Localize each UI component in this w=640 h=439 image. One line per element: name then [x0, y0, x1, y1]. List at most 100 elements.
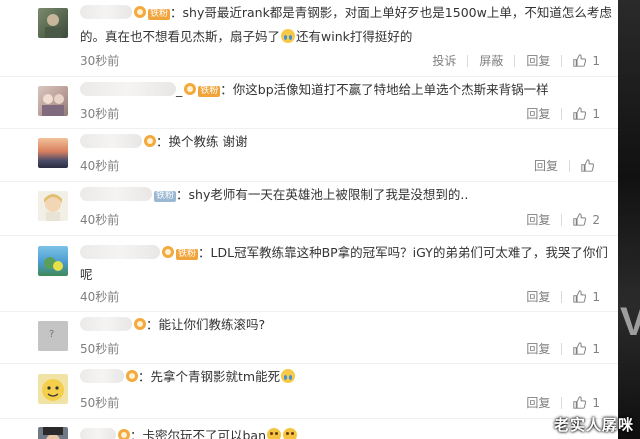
- thumbs-up-icon: [581, 159, 594, 172]
- report-button[interactable]: 投诉: [432, 52, 456, 69]
- timestamp: 40秒前: [80, 213, 120, 227]
- comment-item: ? ：能让你们教练滚吗? 50秒前 回复 1: [0, 312, 618, 364]
- comment-text: ：能让你们教练滚吗?: [80, 314, 598, 336]
- comment-text: ：先拿个青钢影就tm能死: [80, 366, 598, 388]
- thumbs-up-icon: [573, 396, 587, 409]
- avatar[interactable]: [38, 427, 68, 439]
- avatar[interactable]: [38, 246, 68, 276]
- comment-actions: 回复 1: [526, 105, 600, 122]
- comment-body: ：shy哥最近rank都是青钢影，对面上单好歹也是1500w上单，不知道怎么考虑: [170, 5, 612, 20]
- timestamp: 40秒前: [80, 290, 120, 304]
- like-count: 1: [592, 289, 600, 304]
- avatar[interactable]: [38, 8, 68, 38]
- reply-button[interactable]: 回复: [526, 394, 550, 411]
- comment-text: 铁粉 ：shy哥最近rank都是青钢影，对面上单好歹也是1500w上单，不知道怎么…: [80, 2, 612, 24]
- comment-text: 铁粉 ：shy老师有一天在英雄池上被限制了我是没想到的..: [80, 184, 598, 206]
- comment-body-cont: 呢: [80, 267, 93, 282]
- block-button[interactable]: 屏蔽: [479, 52, 503, 69]
- avatar[interactable]: ?: [38, 321, 68, 351]
- comment-item: 铁粉 ：shy老师有一天在英雄池上被限制了我是没想到的.. 40秒前 回复 2: [0, 182, 618, 236]
- avatar[interactable]: [38, 374, 68, 404]
- comment-body-cont2: 还有wink打得挺好的: [296, 29, 413, 44]
- comment-item: ：卡密尔玩不了可以ban: [0, 419, 618, 439]
- avatar[interactable]: [38, 86, 68, 116]
- like-button[interactable]: 1: [573, 107, 600, 121]
- reply-button[interactable]: 回复: [534, 157, 558, 174]
- thumbs-up-icon: [573, 54, 587, 67]
- reply-button[interactable]: 回复: [526, 105, 550, 122]
- emoji-icon: [283, 428, 298, 439]
- thumbs-up-icon: [573, 213, 587, 226]
- comment-item: 铁粉 ：LDL冠军教练靠这种BP拿的冠军吗？iGY的弟弟们可太难了，我哭了你们 呢…: [0, 236, 618, 312]
- avatar-image: [43, 427, 63, 439]
- crying-emoji-icon: [281, 29, 296, 43]
- username-blurred[interactable]: [80, 317, 132, 331]
- username-blurred[interactable]: [80, 245, 160, 259]
- timestamp: 30秒前: [80, 107, 120, 121]
- like-count: 1: [592, 106, 600, 121]
- comment-actions: 回复: [534, 157, 600, 174]
- thumbs-up-icon: [573, 342, 587, 355]
- like-button[interactable]: [581, 159, 600, 172]
- avatar[interactable]: [38, 191, 68, 221]
- divider: [561, 290, 563, 303]
- like-button[interactable]: 1: [573, 290, 600, 304]
- like-button[interactable]: 1: [573, 342, 600, 356]
- like-count: 1: [592, 395, 600, 410]
- crying-emoji-icon: [281, 369, 296, 383]
- fan-level-icon: [144, 135, 156, 147]
- avatar-image: [45, 14, 61, 38]
- fan-level-icon: [118, 429, 130, 439]
- username-blurred[interactable]: [80, 5, 132, 19]
- avatar[interactable]: [38, 138, 68, 168]
- fan-badge: 铁粉: [176, 249, 199, 260]
- thumbs-up-icon: [573, 290, 587, 303]
- timestamp: 50秒前: [80, 396, 120, 410]
- reply-button[interactable]: 回复: [526, 288, 550, 305]
- fan-level-icon: [134, 6, 146, 18]
- reply-button[interactable]: 回复: [526, 211, 550, 228]
- username-blurred[interactable]: [80, 428, 116, 439]
- comment-text: ：换个教练 谢谢: [80, 131, 598, 153]
- comment-item: 铁粉 ：shy哥最近rank都是青钢影，对面上单好歹也是1500w上单，不知道怎么…: [0, 0, 618, 77]
- comment-text: _ 铁粉 ：你这bp活像知道打不赢了特地给上单选个杰斯来背锅一样: [80, 79, 598, 101]
- avatar-image: [44, 194, 62, 221]
- divider: [561, 54, 563, 67]
- like-button[interactable]: 2: [573, 213, 600, 227]
- avatar-image: [44, 257, 63, 271]
- svg-text:?: ?: [49, 329, 54, 340]
- username-blurred[interactable]: [80, 134, 142, 148]
- divider: [561, 213, 563, 226]
- reply-button[interactable]: 回复: [526, 340, 550, 357]
- emoji-icon: [267, 428, 282, 439]
- comment-text: 铁粉 ：LDL冠军教练靠这种BP拿的冠军吗？iGY的弟弟们可太难了，我哭了你们: [80, 242, 608, 264]
- like-count: 1: [592, 53, 600, 68]
- divider: [467, 54, 469, 67]
- comment-body: ：换个教练 谢谢: [156, 134, 248, 149]
- fan-level-icon: [184, 83, 197, 95]
- fan-level-icon: [126, 370, 138, 382]
- comment-list: 铁粉 ：shy哥最近rank都是青钢影，对面上单好歹也是1500w上单，不知道怎么…: [0, 0, 618, 439]
- timestamp: 40秒前: [80, 159, 120, 173]
- background-strip: V: [618, 0, 640, 439]
- username-blurred[interactable]: [80, 82, 176, 96]
- username-blurred[interactable]: [80, 369, 124, 383]
- comment-body: ：先拿个青钢影就tm能死: [138, 369, 281, 384]
- like-button[interactable]: 1: [573, 396, 600, 410]
- reply-button[interactable]: 回复: [526, 52, 550, 69]
- username-blurred[interactable]: [80, 187, 152, 201]
- divider: [569, 159, 570, 172]
- comment-body: ：shy老师有一天在英雄池上被限制了我是没想到的..: [176, 187, 469, 202]
- comment-item: ：先拿个青钢影就tm能死 50秒前 回复 1: [0, 364, 618, 419]
- comment-text-line2: 呢: [80, 264, 598, 286]
- thumbs-up-icon: [573, 107, 587, 120]
- like-button[interactable]: 1: [573, 54, 600, 68]
- divider: [561, 342, 563, 355]
- fan-level-icon: [162, 246, 174, 258]
- divider: [561, 396, 563, 409]
- iron-fan-badge: 铁粉: [154, 191, 177, 202]
- timestamp: 30秒前: [80, 54, 120, 68]
- like-count: 2: [592, 212, 600, 227]
- comment-actions: 投诉 屏蔽 回复 1: [432, 52, 600, 69]
- like-count: 1: [592, 341, 600, 356]
